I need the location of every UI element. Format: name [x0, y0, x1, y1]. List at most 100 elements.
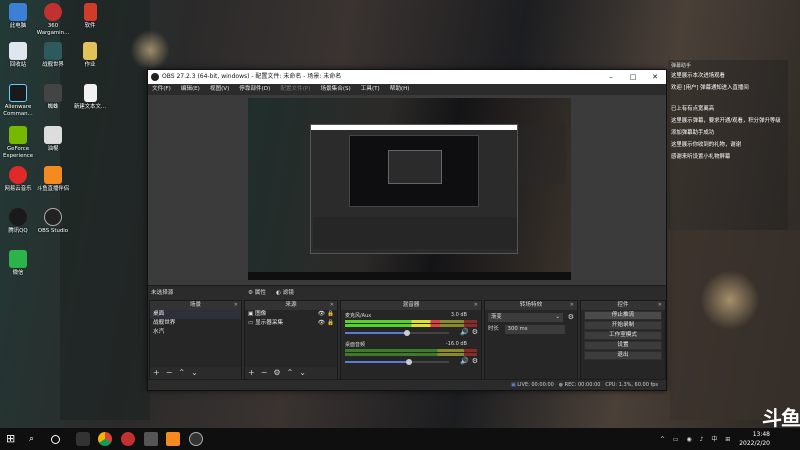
menu-scene-collection[interactable]: 场景集合(S) [320, 84, 350, 95]
transition-select[interactable]: 渐变 ⌄ [488, 313, 563, 322]
source-item[interactable]: ▭ 显示器采集 👁 🔒 [245, 319, 337, 328]
volume-meter [345, 324, 477, 327]
desktop-icon-wechat[interactable]: 微信 [0, 250, 40, 277]
maximize-icon[interactable]: □ [622, 70, 644, 84]
menu-docks[interactable]: 停靠部件(D) [239, 84, 270, 95]
speaker-icon[interactable]: 🔊 [460, 328, 469, 336]
menu-file[interactable]: 文件(F) [152, 84, 171, 95]
lock-icon[interactable]: 🔒 [327, 310, 334, 319]
dock-close-icon[interactable]: ✕ [570, 301, 574, 310]
source-item[interactable]: ▣ 图像 👁 🔒 [245, 310, 337, 319]
remove-icon[interactable]: − [166, 367, 173, 379]
alienware-icon [9, 84, 27, 102]
gear-icon[interactable]: ⚙ [568, 313, 574, 321]
gear-icon[interactable]: ⚙ [472, 357, 478, 365]
desktop-icon-obs[interactable]: OBS Studio [31, 208, 75, 235]
scenes-dock-header: 场景 ✕ [150, 301, 241, 310]
menu-tools[interactable]: 工具(T) [361, 84, 380, 95]
volume-slider[interactable] [345, 330, 449, 336]
dock-close-icon[interactable]: ✕ [330, 301, 334, 310]
douyu-watermark: 斗鱼 [762, 406, 800, 430]
nested-preview [349, 135, 479, 207]
qq-icon [9, 208, 27, 226]
app-taskbar-icon[interactable] [144, 432, 158, 446]
live-time: LIVE: 00:00:00 [517, 382, 554, 388]
lock-icon[interactable]: 🔒 [327, 319, 334, 328]
douyu-taskbar-icon[interactable] [166, 432, 180, 446]
properties-button[interactable]: ⚙ 属性 [248, 286, 266, 300]
document-icon [83, 3, 97, 21]
alienware-taskbar-icon[interactable] [76, 432, 90, 446]
slider-handle[interactable] [404, 330, 411, 336]
chrome-icon[interactable] [98, 432, 112, 446]
obs-window[interactable]: OBS 27.2.3 (64-bit, windows) - 配置文件: 未命名… [147, 69, 667, 391]
meter-level [345, 320, 441, 323]
duration-input[interactable]: 300 ms [504, 325, 565, 334]
sources-dock-header: 来源 ✕ [245, 301, 337, 310]
scenes-toolbar: + − ⌃ ⌄ [150, 367, 241, 379]
dock-close-icon[interactable]: ✕ [658, 301, 662, 310]
dock-close-icon[interactable]: ✕ [234, 301, 238, 310]
mixer-dock-header: 混音器 ✕ [341, 301, 481, 310]
sources-toolbar: + − ⚙ ⌃ ⌄ [245, 367, 337, 379]
scene-item[interactable]: 桌面 [150, 310, 241, 319]
preview-canvas[interactable] [248, 98, 571, 280]
settings-button[interactable]: 设置 [584, 341, 662, 350]
filters-button[interactable]: ◐ 滤镜 [276, 286, 294, 300]
exit-button[interactable]: 退出 [584, 351, 662, 360]
channel-db: 3.0 dB [450, 312, 467, 318]
close-icon[interactable]: ✕ [644, 70, 666, 84]
volume-slider[interactable] [345, 359, 449, 365]
scene-item[interactable]: 水汽 [150, 328, 241, 337]
windows-start-icon[interactable]: ⊞ [6, 432, 20, 446]
visibility-eye-icon[interactable]: 👁 [318, 310, 325, 319]
slider-handle[interactable] [406, 359, 413, 365]
desktop-icon-homework[interactable]: 作业 [68, 42, 112, 69]
dock-close-icon[interactable]: ✕ [474, 301, 478, 310]
studio-mode-button[interactable]: 工作室模式 [584, 331, 662, 340]
add-icon[interactable]: + [248, 367, 255, 379]
obs-titlebar[interactable]: OBS 27.2.3 (64-bit, windows) - 配置文件: 未命名… [148, 70, 666, 84]
remove-icon[interactable]: − [261, 367, 268, 379]
gear-icon[interactable]: ⚙ [273, 367, 280, 379]
danmaku-line: 添加弹幕助手成功 [671, 130, 715, 136]
clock[interactable]: 13:48 2022/2/20 [739, 430, 770, 448]
desktop-icon-software[interactable]: 软件 [68, 3, 112, 30]
menu-view[interactable]: 视图(V) [210, 84, 229, 95]
scenes-dock: 场景 ✕ 桌面 战舰世界 水汽 + − ⌃ ⌄ [149, 300, 242, 380]
add-icon[interactable]: + [153, 367, 160, 379]
nested-docks [313, 217, 517, 249]
scene-item[interactable]: 战舰世界 [150, 319, 241, 328]
wargaming-icon [44, 3, 62, 21]
move-down-icon[interactable]: ⌄ [191, 367, 198, 379]
window-title: OBS 27.2.3 (64-bit, windows) - 配置文件: 未命名… [162, 73, 342, 80]
no-source-label: 未选择源 [151, 290, 174, 296]
menu-help[interactable]: 帮助(H) [390, 84, 410, 95]
search-icon[interactable]: ⌕ [29, 432, 43, 446]
stop-streaming-button[interactable]: 停止推流 [584, 311, 662, 320]
desktop-icon-youguan[interactable]: 油棍 [31, 126, 75, 153]
visibility-eye-icon[interactable]: 👁 [318, 319, 325, 328]
speaker-icon[interactable]: 🔊 [460, 357, 469, 365]
background-light [700, 270, 760, 330]
menu-profile[interactable]: 配置文件(P) [280, 84, 310, 95]
menu-edit[interactable]: 编辑(E) [181, 84, 200, 95]
desktop-icon-new-text[interactable]: 新建文本文... [68, 84, 112, 111]
cortana-icon[interactable] [51, 435, 60, 444]
gear-icon[interactable]: ⚙ [472, 328, 478, 336]
preview-area[interactable] [148, 95, 666, 285]
spider-icon [44, 84, 62, 102]
minimize-icon[interactable]: – [600, 70, 622, 84]
music-icon [9, 166, 27, 184]
move-up-icon[interactable]: ⌃ [287, 367, 294, 379]
controls-dock: 控件 ✕ 停止推流 开始录制 工作室模式 设置 退出 [580, 300, 666, 380]
douyu-icon [44, 166, 62, 184]
start-recording-button[interactable]: 开始录制 [584, 321, 662, 330]
desktop-icon-douyu[interactable]: 斗鱼直播伴侣 [31, 166, 75, 193]
move-down-icon[interactable]: ⌄ [299, 367, 306, 379]
netease-taskbar-icon[interactable] [121, 432, 135, 446]
danmaku-title: 弹幕助手 [671, 63, 692, 69]
tray-icons[interactable]: ^ ▭ ◉ ♪ 中 ⊞ [660, 434, 733, 443]
obs-taskbar-icon[interactable] [189, 432, 203, 446]
move-up-icon[interactable]: ⌃ [178, 367, 185, 379]
